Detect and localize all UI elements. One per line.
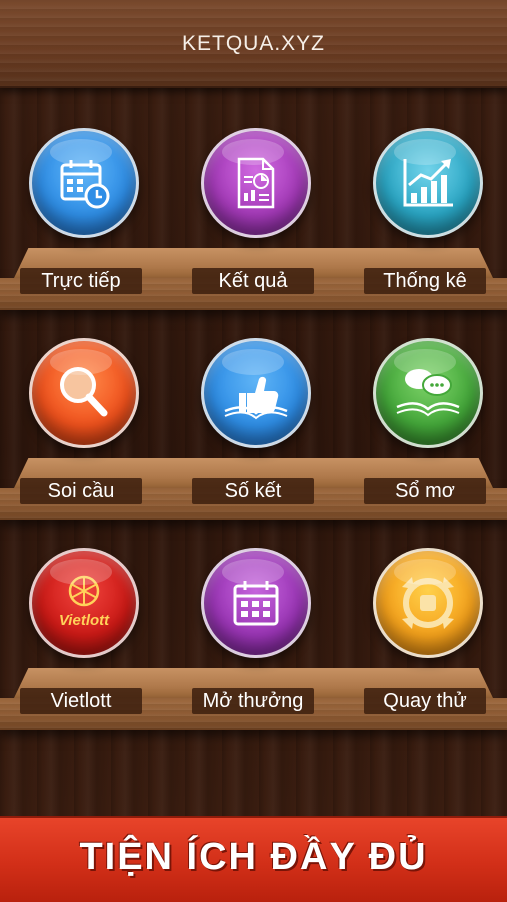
promo-banner: TIỆN ÍCH ĐẦY ĐỦ [0,816,507,902]
tile-label: Kết quả [192,268,314,294]
tile-vietlott[interactable]: Vietlott Vietlott [6,528,156,728]
tile-label: Vietlott [20,688,142,714]
app-title: KETQUA.XYZ [181,32,326,55]
tile-label: Quay thử [364,688,486,714]
shelf-row-1: Trực tiếp Kết quả Thống kê [0,108,507,318]
shelf-row-2: Soi cầu Số kết Sổ mơ [0,318,507,528]
calendar-grid-icon [201,548,311,658]
tile-ket-qua[interactable]: Kết quả [178,108,328,308]
tile-truc-tiep[interactable]: Trực tiếp [6,108,156,308]
tile-mo-thuong[interactable]: Mở thưởng [178,528,328,728]
shelf-row-3: Vietlott Vietlott Mở thưởng Quay thử [0,528,507,738]
tile-thong-ke[interactable]: Thống kê [350,108,500,308]
tile-label: Sổ mơ [364,478,486,504]
rotate-arrows-icon [373,548,483,658]
tile-so-mo[interactable]: Sổ mơ [350,318,500,518]
tile-label: Thống kê [364,268,486,294]
svg-text:Vietlott: Vietlott [59,612,110,629]
tile-label: Mở thưởng [192,688,314,714]
tile-so-ket[interactable]: Số kết [178,318,328,518]
thumbs-up-book-icon [201,338,311,448]
vietlott-logo-icon: Vietlott [29,548,139,658]
tile-quay-thu[interactable]: Quay thử [350,528,500,728]
chart-growth-icon [373,128,483,238]
app-header: KETQUA.XYZ [0,0,507,88]
calendar-clock-icon [29,128,139,238]
chat-book-icon [373,338,483,448]
promo-banner-text: TIỆN ÍCH ĐẦY ĐỦ [79,836,428,878]
tile-label: Soi cầu [20,478,142,504]
tile-label: Trực tiếp [20,268,142,294]
magnifier-icon [29,338,139,448]
tile-soi-cau[interactable]: Soi cầu [6,318,156,518]
tile-label: Số kết [192,478,314,504]
document-report-icon [201,128,311,238]
